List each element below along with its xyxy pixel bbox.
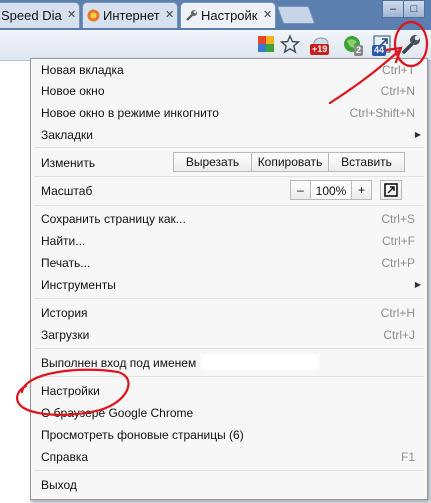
separator bbox=[34, 176, 424, 177]
shortcut-label: Ctrl+H bbox=[380, 306, 415, 320]
menu-item-zoom: Масштаб bbox=[41, 184, 93, 198]
menu-item-downloads[interactable]: Загрузки bbox=[41, 328, 89, 342]
count-badge: 44 bbox=[372, 45, 387, 56]
menu-item-new-window[interactable]: Новое окно bbox=[41, 84, 105, 98]
fullscreen-button[interactable] bbox=[380, 180, 402, 200]
tab-speed-dial[interactable]: Speed Dia ✕ bbox=[0, 2, 80, 28]
page-content-edge bbox=[0, 61, 31, 503]
shortcut-label: Ctrl+P bbox=[381, 256, 415, 270]
wrench-icon bbox=[186, 10, 197, 21]
tab-settings[interactable]: Настройк ✕ bbox=[180, 2, 276, 28]
close-icon[interactable]: ✕ bbox=[67, 8, 76, 21]
menu-item-print[interactable]: Печать... bbox=[41, 256, 90, 270]
menu-item-new-tab[interactable]: Новая вкладка bbox=[41, 63, 124, 77]
menu-item-bookmarks[interactable]: Закладки bbox=[41, 128, 93, 142]
copy-button[interactable]: Копировать bbox=[251, 152, 329, 172]
menu-item-signed-in: Выполнен вход под именем bbox=[41, 356, 197, 370]
menu-item-edit: Изменить bbox=[41, 156, 96, 170]
menu-item-exit[interactable]: Выход bbox=[41, 478, 77, 492]
minimize-button[interactable]: – bbox=[382, 0, 404, 18]
window-controls: – □ bbox=[382, 0, 425, 20]
menu-item-tools[interactable]: Инструменты bbox=[41, 278, 116, 292]
menu-item-incognito[interactable]: Новое окно в режиме инкогнито bbox=[41, 106, 219, 120]
tab-internet[interactable]: Интернет ✕ bbox=[82, 2, 178, 28]
separator bbox=[34, 298, 424, 299]
new-tab-button[interactable] bbox=[276, 6, 316, 24]
separator bbox=[34, 205, 424, 206]
separator bbox=[34, 376, 424, 377]
fullscreen-icon bbox=[384, 183, 398, 197]
maximize-button[interactable]: □ bbox=[403, 0, 425, 18]
separator bbox=[34, 348, 424, 349]
menu-item-about[interactable]: О браузере Google Chrome bbox=[41, 406, 193, 420]
menu-item-background-pages[interactable]: Просмотреть фоновые страницы (6) bbox=[41, 428, 244, 442]
close-icon[interactable]: ✕ bbox=[263, 8, 272, 21]
shortcut-label: Ctrl+T bbox=[382, 63, 415, 77]
menu-item-find[interactable]: Найти... bbox=[41, 234, 85, 248]
redacted-username bbox=[201, 354, 319, 370]
tab-title: Speed Dia bbox=[1, 8, 62, 23]
paste-button[interactable]: Вставить bbox=[328, 152, 405, 172]
tab-title: Интернет bbox=[103, 8, 160, 23]
menu-item-history[interactable]: История bbox=[41, 306, 88, 320]
zoom-out-button[interactable]: – bbox=[290, 180, 311, 200]
cut-button[interactable]: Вырезать bbox=[173, 152, 252, 172]
star-icon[interactable] bbox=[280, 34, 300, 54]
menu-item-save-page[interactable]: Сохранить страницу как... bbox=[41, 212, 186, 226]
tab-strip: Speed Dia ✕ Интернет ✕ Настройк ✕ – □ bbox=[0, 0, 431, 30]
wrench-icon[interactable] bbox=[400, 33, 422, 55]
submenu-arrow-icon: ▶ bbox=[414, 130, 421, 139]
menu-item-help[interactable]: Справка bbox=[41, 450, 88, 464]
close-icon[interactable]: ✕ bbox=[165, 8, 174, 21]
favicon-icon bbox=[87, 9, 100, 22]
zoom-level: 100% bbox=[310, 180, 352, 200]
count-badge: 2 bbox=[354, 45, 364, 56]
separator bbox=[34, 147, 424, 148]
zoom-in-button[interactable]: + bbox=[351, 180, 372, 200]
separator bbox=[34, 470, 424, 471]
toolbar: +19 2 44 bbox=[0, 30, 431, 61]
shortcut-label: Ctrl+Shift+N bbox=[349, 106, 415, 120]
shortcut-label: Ctrl+N bbox=[380, 84, 415, 98]
shortcut-label: Ctrl+S bbox=[381, 212, 415, 226]
extension-colors-icon[interactable] bbox=[258, 36, 274, 52]
tab-title: Настройк bbox=[201, 8, 258, 23]
zoom-value: 100% bbox=[315, 184, 347, 198]
notification-badge: +19 bbox=[310, 44, 330, 55]
menu-item-settings[interactable]: Настройки bbox=[41, 384, 100, 398]
shortcut-label: F1 bbox=[400, 450, 415, 464]
shortcut-label: Ctrl+F bbox=[382, 234, 415, 248]
shortcut-label: Ctrl+J bbox=[383, 328, 415, 342]
wrench-menu: Новая вкладка Ctrl+T Новое окно Ctrl+N Н… bbox=[30, 58, 428, 500]
submenu-arrow-icon: ▶ bbox=[414, 280, 421, 289]
